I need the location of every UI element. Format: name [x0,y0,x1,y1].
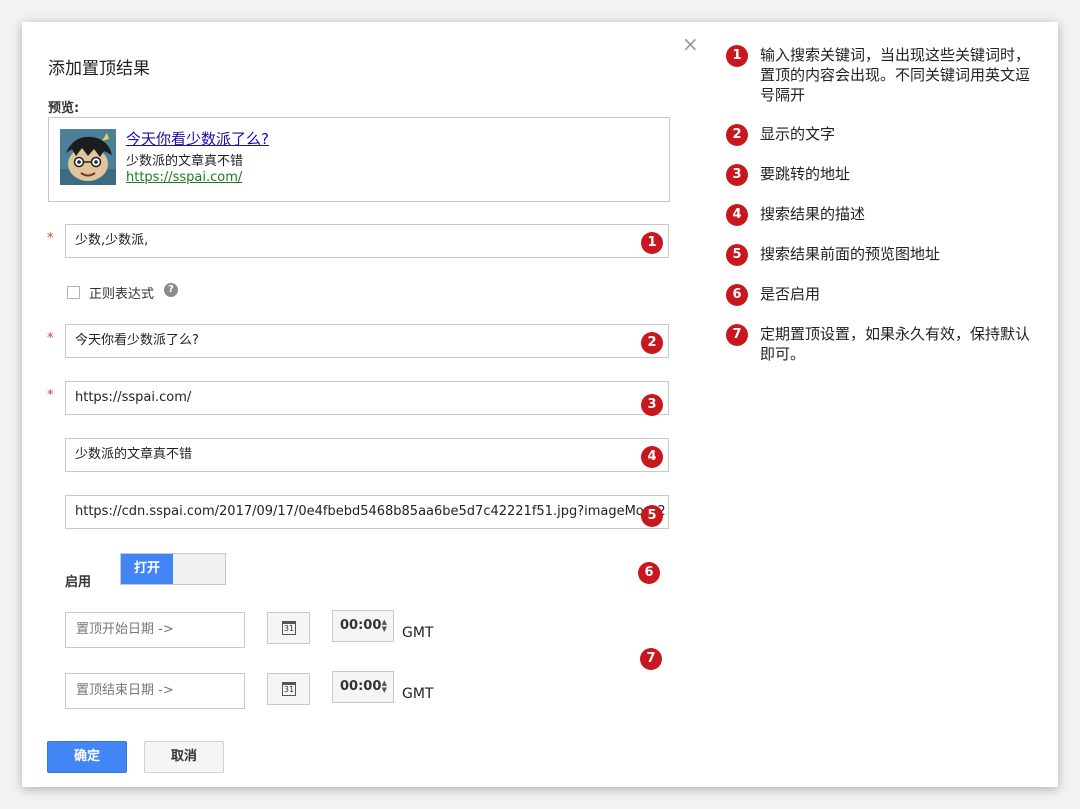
preview-title-link[interactable]: 今天你看少数派了么? [126,128,269,149]
note-badge: 6 [726,284,748,306]
timezone-label: GMT [402,686,434,702]
note-text: 是否启用 [760,285,821,303]
avatar-thumbnail [60,129,116,185]
enable-label: 启用 [65,575,92,590]
enable-toggle[interactable]: 打开 [120,553,226,585]
regex-label: 正则表达式 [89,287,155,302]
spinner-icon[interactable]: ▲ ▼ [382,680,387,694]
note-text: 搜索结果前面的预览图地址 [760,245,941,263]
note-text: 搜索结果的描述 [760,205,866,223]
ok-button[interactable]: 确定 [47,741,127,773]
dialog-title: 添加置顶结果 [48,59,150,79]
image-url-input[interactable]: https://cdn.sspai.com/2017/09/17/0e4fbeb… [65,495,669,529]
cancel-button[interactable]: 取消 [144,741,224,773]
note-badge: 5 [726,244,748,266]
dialog-card: 添加置顶结果 × 预览: 今天你看少数派了么? 少数派的文章真不错 https:… [22,22,1058,787]
calendar-icon: 31 [282,682,296,696]
preview-description: 少数派的文章真不错 [126,154,244,169]
toggle-on-label: 打开 [121,554,173,584]
spinner-icon[interactable]: ▲ ▼ [382,619,387,633]
calendar-icon: 31 [282,621,296,635]
keywords-input[interactable]: 少数,少数派, [65,224,669,258]
start-calendar-button[interactable]: 31 [267,612,310,644]
note-badge: 2 [726,124,748,146]
required-mark: * [47,388,54,403]
regex-checkbox[interactable] [67,286,80,299]
start-date-input[interactable]: 置顶开始日期 -> [65,612,245,648]
target-url-input[interactable]: https://sspai.com/ [65,381,669,415]
timezone-label: GMT [402,625,434,641]
note-badge: 1 [726,45,748,67]
note-text: 输入搜索关键词，当出现这些关键词时，置顶的内容会出现。不同关键词用英文逗号隔开 [760,46,1031,104]
preview-box: 今天你看少数派了么? 少数派的文章真不错 https://sspai.com/ [48,117,670,202]
badge-5: 5 [641,505,663,527]
note-badge: 4 [726,204,748,226]
required-mark: * [47,231,54,246]
badge-7: 7 [640,648,662,670]
note-text: 显示的文字 [760,125,836,143]
preview-label: 预览: [48,101,80,116]
note-badge: 3 [726,164,748,186]
description-input[interactable]: 少数派的文章真不错 [65,438,669,472]
end-calendar-button[interactable]: 31 [267,673,310,705]
badge-6: 6 [638,562,660,584]
note-text: 要跳转的地址 [760,165,851,183]
spin-down[interactable]: ▼ [382,687,387,694]
note-text: 定期置顶设置，如果永久有效，保持默认即可。 [760,325,1031,363]
end-time-select[interactable]: 00:00 ▲ ▼ [332,671,394,703]
badge-1: 1 [641,232,663,254]
spin-down[interactable]: ▼ [382,626,387,633]
start-time-value: 00:00 [340,618,382,633]
start-time-select[interactable]: 00:00 ▲ ▼ [332,610,394,642]
end-date-input[interactable]: 置顶结束日期 -> [65,673,245,709]
badge-4: 4 [641,446,663,468]
display-text-input[interactable]: 今天你看少数派了么? [65,324,669,358]
badge-2: 2 [641,332,663,354]
required-mark: * [47,331,54,346]
help-icon[interactable]: ? [164,283,178,297]
note-badge: 7 [726,324,748,346]
close-icon[interactable]: × [682,32,699,56]
preview-url-link[interactable]: https://sspai.com/ [126,170,242,185]
badge-3: 3 [641,394,663,416]
end-time-value: 00:00 [340,679,382,694]
